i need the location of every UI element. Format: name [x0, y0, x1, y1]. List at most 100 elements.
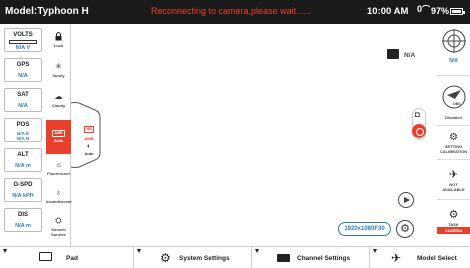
wb-lock[interactable]: Lock [46, 32, 71, 48]
right-panel: N/A OBS Disabled ⚙ SETTING CALIBRATION ✈… [437, 24, 470, 246]
telemetry-label: DIS [17, 212, 28, 218]
obs-status: Disabled [445, 115, 462, 120]
wb-label: Auto [53, 138, 64, 143]
sunset-icon: ⛭ [55, 216, 62, 225]
camera-mode-value: N/A [404, 52, 416, 59]
clock: 10:00 AM [367, 6, 409, 17]
fluorescent-icon: ☼ [54, 160, 63, 169]
telemetry-volts: VOLTS N/A V [4, 28, 42, 52]
channel-settings-button[interactable]: Channel Settings [251, 247, 361, 268]
model-name: Model:Typhoon H [5, 6, 89, 17]
obs-label: OBS [453, 102, 461, 106]
awb-badge: AWB [52, 130, 65, 137]
wb-label: Cloudy [51, 103, 66, 108]
telemetry-pos: POS N/A E N/A N [4, 118, 42, 142]
auto-icon: ◐ [86, 143, 92, 150]
signal-wave-icon: ⌒ [422, 5, 431, 14]
wb-label: Fluorescent [47, 171, 70, 176]
flyout-awb-label: AWB [84, 136, 94, 141]
channel-settings-label: Channel Settings [297, 255, 351, 262]
telemetry-panel: VOLTS N/A V GPS N/A SAT N/A POS N/A E N/… [0, 24, 46, 246]
telemetry-value: N/A m [15, 163, 31, 169]
battery-fill [452, 10, 461, 13]
camera-mode-icon [387, 49, 399, 59]
incandescent-icon: ♁ [55, 188, 62, 197]
obs-toggle[interactable]: OBS Disabled [437, 80, 470, 126]
not-available-item[interactable]: ✈ NOT AVAILABLE [437, 164, 470, 200]
wb-cloudy[interactable]: ☁ Cloudy [46, 92, 71, 108]
wb-label: Lock [53, 43, 64, 48]
model-select-label: Model Select [417, 255, 457, 262]
camera-icon: ◘ [415, 110, 420, 119]
wb-label: Sunny [52, 73, 65, 78]
expand-icon [3, 249, 7, 253]
model-select-button[interactable]: ✈ Model Select [369, 247, 470, 268]
white-balance-menu: Lock ✳ Sunny ☁ Cloudy AWB Auto ☼ Fluores… [46, 24, 72, 246]
wb-fluorescent[interactable]: ☼ Fluorescent [46, 160, 71, 176]
flyout-awb[interactable]: WB AWB [78, 117, 100, 141]
camera-settings-gear-icon[interactable]: ⚙ [396, 220, 414, 238]
flyout-auto-label: Auto [84, 151, 94, 156]
flyout-auto[interactable]: ◐ Auto [78, 143, 100, 156]
telemetry-sat: SAT N/A [4, 88, 42, 112]
telemetry-dis: DIS N/A m [4, 208, 42, 232]
playback-button[interactable] [398, 192, 414, 208]
expand-icon [255, 249, 259, 253]
wb-label: Sunset/ Sunrise [51, 227, 66, 237]
system-gear-icon: ⚙ [160, 251, 171, 265]
battery-icon [450, 8, 465, 15]
bottom-bar: Pad ⚙ System Settings Channel Settings ✈… [0, 246, 470, 268]
top-status-bar: Model:Typhoon H Reconnecting to camera,p… [0, 0, 470, 24]
not-available-label: NOT AVAILABLE [442, 182, 465, 192]
gear-icon: ⚙ [449, 132, 458, 143]
wb-label: Incandescent [46, 199, 72, 204]
telemetry-label: G-SPD [13, 182, 33, 188]
telemetry-gps: GPS N/A [4, 58, 42, 82]
telemetry-label: SAT [17, 92, 29, 98]
telemetry-label: ALT [17, 152, 29, 158]
system-settings-label: System Settings [179, 255, 230, 262]
pad-button[interactable]: Pad [0, 247, 124, 268]
wb-flyout: WB AWB ◐ Auto [71, 100, 104, 170]
gimbal-value: N/A [449, 58, 458, 64]
telemetry-value: N/A [18, 73, 28, 79]
setting-calibration-label: SETTING CALIBRATION [439, 144, 468, 154]
gimbal-dial-icon [441, 29, 466, 53]
awb-badge: WB [84, 126, 94, 133]
telemetry-label: POS [16, 122, 30, 128]
system-settings-button[interactable]: ⚙ System Settings [133, 247, 243, 268]
cloud-icon: ☁ [54, 92, 63, 101]
telemetry-value: N/A kPH [12, 193, 34, 199]
telemetry-value: N/A m [15, 223, 31, 229]
pad-label: Pad [66, 255, 78, 262]
voltage-bar [9, 40, 37, 44]
expand-icon [373, 249, 377, 253]
wb-incandescent[interactable]: ♁ Incandescent [46, 188, 72, 204]
telemetry-label: VOLTS [13, 32, 33, 38]
wb-auto[interactable]: AWB Auto [46, 120, 71, 154]
wb-sunny[interactable]: ✳ Sunny [46, 62, 71, 78]
aircraft-icon: ✈ [391, 251, 402, 265]
awb-icon: AWB [46, 127, 71, 137]
controller-icon [277, 254, 290, 262]
task-camera-label: CAMERA [437, 227, 470, 234]
gimbal-attitude[interactable]: N/A [437, 24, 470, 76]
drone-icon: ✈ [448, 169, 459, 181]
shutter-button[interactable] [412, 124, 426, 138]
telemetry-value: N/A V [15, 45, 31, 51]
task-camera[interactable]: ⚙ TASK CAMERA [437, 204, 470, 242]
tablet-icon [39, 252, 52, 261]
sun-icon: ✳ [55, 62, 62, 71]
wb-sunset[interactable]: ⛭ Sunset/ Sunrise [46, 216, 71, 237]
battery-percent: 97% [431, 6, 450, 16]
lock-icon [46, 32, 71, 41]
resolution-badge[interactable]: 1920x1080F30 [338, 222, 391, 236]
connection-status: Reconnecting to camera,please wait...... [151, 6, 312, 16]
telemetry-gspd: G-SPD N/A kPH [4, 178, 42, 202]
expand-icon [137, 249, 141, 253]
telemetry-value: N/A E N/A N [16, 131, 30, 141]
setting-calibration[interactable]: ⚙ SETTING CALIBRATION [437, 130, 470, 160]
telemetry-value: N/A [18, 103, 28, 109]
telemetry-label: GPS [16, 62, 30, 68]
telemetry-alt: ALT N/A m [4, 148, 42, 172]
